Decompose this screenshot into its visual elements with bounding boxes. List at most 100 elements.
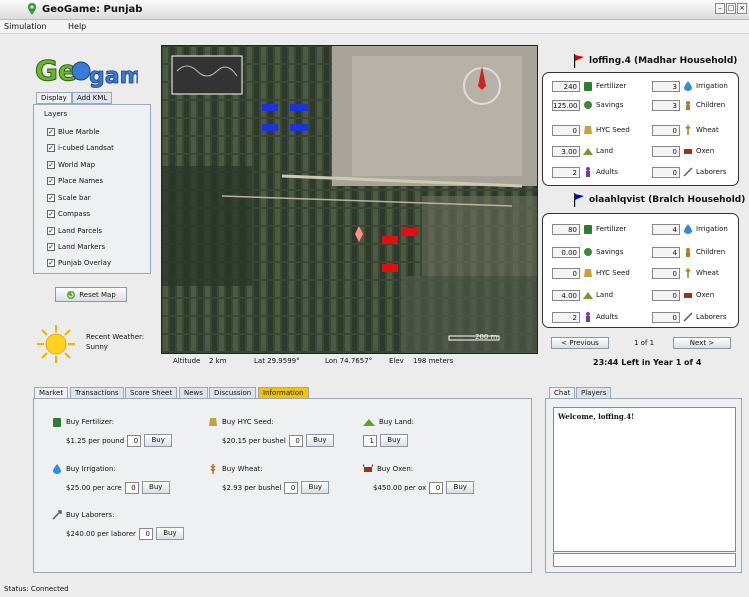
water-drop-icon — [53, 464, 61, 474]
layer-scale-bar[interactable]: ✓ Scale bar — [47, 192, 91, 204]
tab-display[interactable]: Display — [36, 92, 72, 104]
layer-punjab-overlay[interactable]: ✓ Punjab Overlay — [47, 257, 111, 269]
adults-icon — [586, 167, 590, 177]
layer-place-names[interactable]: ✓ Place Names — [47, 175, 103, 187]
layer-label: i-cubed Landsat — [58, 144, 114, 152]
checkbox[interactable]: ✓ — [47, 227, 55, 235]
checkbox[interactable]: ✓ — [47, 144, 55, 152]
seed-qty-input[interactable]: 0 — [288, 434, 303, 447]
hoe-icon — [52, 510, 62, 520]
layer-blue-marble[interactable]: ✓ Blue Marble — [47, 126, 100, 138]
resource-value: 0 — [652, 145, 680, 157]
market-irrigation: Buy Irrigation: $25.00 per acre 0 Buy — [52, 463, 170, 494]
resource-label: Fertilizer — [596, 82, 627, 90]
buy-wheat-button[interactable]: Buy — [301, 481, 330, 494]
household-2-savings: 0.00 Savings — [552, 246, 623, 258]
menu-simulation[interactable]: Simulation — [4, 22, 47, 31]
land-qty-input[interactable]: 1 — [363, 434, 377, 447]
checkbox[interactable]: ✓ — [47, 128, 55, 136]
irrigation-icon — [684, 224, 692, 234]
market-seed: Buy HYC Seed: $20.15 per bushel 0 Buy — [208, 416, 334, 447]
layer-label: Land Parcels — [58, 227, 102, 235]
checkbox[interactable]: ✓ — [47, 259, 55, 267]
layer-label: Compass — [58, 210, 91, 218]
menu-help[interactable]: Help — [68, 22, 86, 31]
adults-icon — [586, 312, 590, 322]
title-bar: GeoGame: Punjab – □ × — [0, 0, 749, 20]
laborer-qty-input[interactable]: 0 — [138, 527, 153, 540]
maximize-button[interactable]: □ — [726, 3, 736, 14]
chat-message: Welcome, loffing.4! — [558, 412, 635, 421]
savings-icon — [584, 248, 592, 256]
household-1-wheat: 0 Wheat — [652, 124, 719, 136]
app-pin-icon — [28, 3, 36, 15]
buy-laborers-button[interactable]: Buy — [155, 527, 184, 540]
buy-seed-button[interactable]: Buy — [305, 434, 334, 447]
land-icon — [583, 148, 593, 155]
irrigation-qty-input[interactable]: 0 — [124, 481, 139, 494]
household-2-irrigation: 4 Irrigation — [652, 223, 728, 235]
resource-value: 125.00 — [552, 99, 580, 111]
household-2-children: 4 Children — [652, 246, 725, 258]
checkbox[interactable]: ✓ — [47, 177, 55, 185]
checkbox[interactable]: ✓ — [47, 210, 55, 218]
layer-icubed-landsat[interactable]: ✓ i-cubed Landsat — [47, 142, 114, 154]
seed-bag-icon — [209, 418, 217, 426]
wheat-qty-input[interactable]: 0 — [284, 481, 299, 494]
layer-compass[interactable]: ✓ Compass — [47, 208, 90, 220]
oxen-price: $450.00 per ox — [373, 483, 427, 492]
buy-fertilizer-button[interactable]: Buy — [144, 434, 173, 447]
wheat-icon — [685, 125, 691, 135]
resource-value: 2 — [552, 311, 580, 323]
layer-land-parcels[interactable]: ✓ Land Parcels — [47, 225, 102, 237]
household-2-wheat: 0 Wheat — [652, 267, 719, 279]
satellite-map[interactable] — [161, 45, 538, 354]
tab-add-kml[interactable]: Add KML — [72, 92, 113, 104]
geogame-logo: Ge game — [33, 52, 158, 90]
chat-input[interactable] — [553, 553, 736, 567]
resource-value: 0 — [552, 124, 580, 136]
buy-irrigation-button[interactable]: Buy — [141, 481, 170, 494]
oxen-qty-input[interactable]: 0 — [429, 481, 444, 494]
market-irrigation-title: Buy Irrigation: — [66, 465, 116, 473]
household-1-irrigation: 3 Irrigation — [652, 80, 728, 92]
layer-label: Scale bar — [58, 194, 91, 202]
market-panel: Buy Fertilizer: $1.25 per pound 0 Buy Buy … — [33, 398, 532, 573]
refresh-icon — [67, 290, 76, 299]
fertilizer-qty-input[interactable]: 0 — [127, 434, 142, 447]
buy-oxen-button[interactable]: Buy — [446, 481, 475, 494]
market-laborers-title: Buy Laborers: — [66, 511, 115, 519]
laborers-icon — [683, 312, 693, 322]
checkbox[interactable]: ✓ — [47, 161, 55, 169]
layer-label: Land Markers — [58, 243, 106, 251]
household-2-name: olaahlqvist (Bralch Household) — [589, 195, 746, 205]
close-button[interactable]: × — [737, 3, 747, 14]
fertilizer-price: $1.25 per pound — [66, 436, 125, 445]
fertilizer-icon — [584, 225, 592, 234]
resource-value: 4.00 — [552, 289, 580, 301]
layer-land-markers[interactable]: ✓ Land Markers — [47, 241, 105, 253]
layer-world-map[interactable]: ✓ World Map — [47, 159, 95, 171]
previous-button[interactable]: < Previous — [551, 337, 609, 349]
household-1-children: 3 Children — [652, 99, 725, 111]
next-button[interactable]: Next > — [673, 337, 731, 349]
svg-text:game: game — [89, 64, 138, 88]
seed-price: $20.15 per bushel — [222, 436, 286, 445]
laborer-price: $240.00 per laborer — [66, 529, 136, 538]
resource-label: Wheat — [696, 269, 719, 277]
resource-label: Wheat — [696, 126, 719, 134]
oxen-icon — [684, 149, 692, 154]
buy-land-button[interactable]: Buy — [380, 434, 408, 447]
resource-value: 240 — [552, 80, 580, 92]
checkbox[interactable]: ✓ — [47, 194, 55, 202]
resource-value: 0 — [652, 311, 680, 323]
weather-label: Recent Weather: — [86, 333, 145, 341]
sun-icon — [37, 325, 75, 363]
reset-map-button[interactable]: Reset Map — [55, 287, 127, 302]
resource-label: Savings — [596, 101, 624, 109]
layer-label: World Map — [58, 161, 96, 169]
checkbox[interactable]: ✓ — [47, 243, 55, 251]
resource-label: Land — [596, 291, 614, 299]
minimize-button[interactable]: – — [715, 3, 725, 14]
market-oxen-title: Buy Oxen: — [377, 465, 414, 473]
